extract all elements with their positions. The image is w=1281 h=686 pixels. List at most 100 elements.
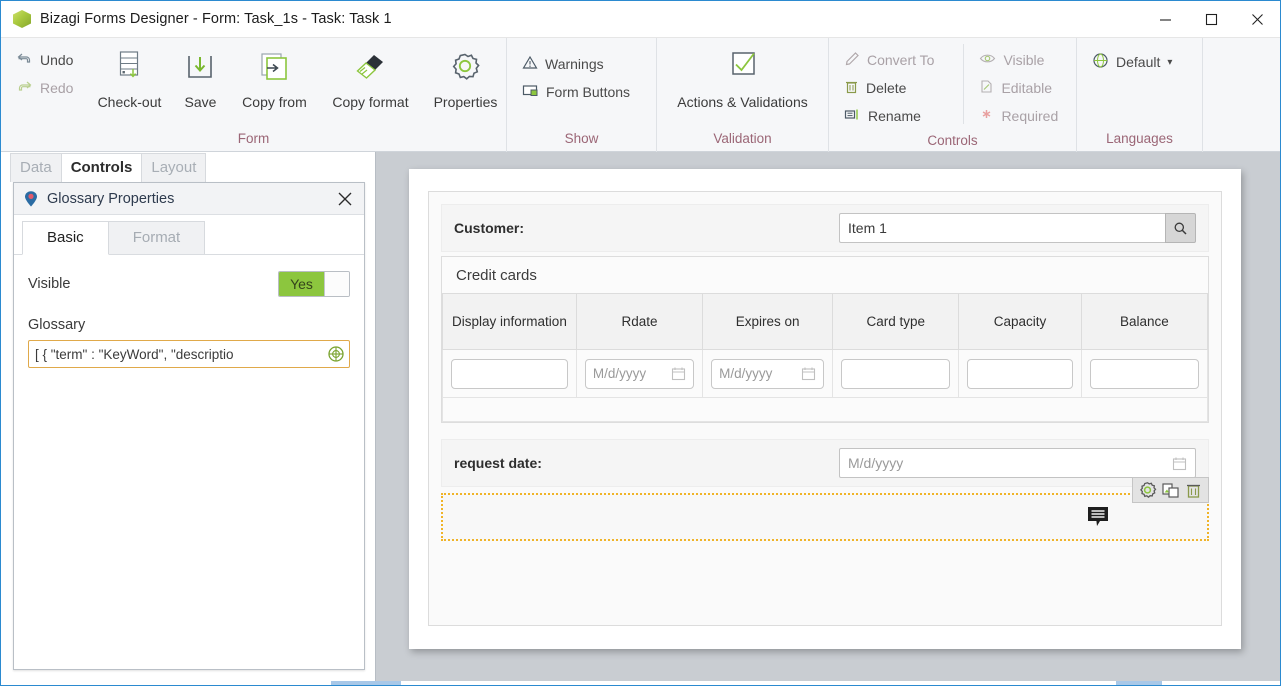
- close-icon[interactable]: [332, 186, 358, 212]
- tab-data[interactable]: Data: [10, 153, 62, 182]
- editable-label: Editable: [1001, 80, 1053, 96]
- request-date-placeholder: M/d/yyyy: [848, 455, 904, 471]
- column-balance[interactable]: Balance: [1080, 293, 1209, 350]
- ribbon-group-label-languages: Languages: [1106, 131, 1173, 146]
- eye-icon: [979, 51, 996, 69]
- cell-input-card-type[interactable]: [841, 358, 951, 389]
- convert-to-icon: [844, 51, 860, 69]
- scrollbar-thumb-right[interactable]: [1116, 681, 1162, 685]
- save-button[interactable]: Save: [172, 44, 228, 110]
- horizontal-scrollbar[interactable]: [1, 681, 1280, 685]
- save-icon: [181, 48, 219, 90]
- request-date-label: request date:: [454, 455, 542, 471]
- visible-toggle[interactable]: Yes: [278, 271, 350, 297]
- language-default-label: Default: [1116, 54, 1161, 70]
- column-rdate[interactable]: Rdate: [575, 293, 704, 350]
- glossary-field-label: Glossary: [28, 317, 86, 333]
- gear-icon[interactable]: [1138, 481, 1157, 500]
- delete-label: Delete: [866, 80, 907, 96]
- form-buttons-button[interactable]: Form Buttons: [515, 78, 637, 106]
- cell-capacity: [958, 349, 1082, 398]
- redo-button[interactable]: Redo: [9, 74, 80, 102]
- column-card-type[interactable]: Card type: [832, 293, 960, 350]
- selected-control[interactable]: [441, 477, 1209, 541]
- ribbon-group-controls: Convert To Delete Rename Visible Editabl…: [828, 38, 1076, 152]
- location-pin-icon: [23, 190, 39, 208]
- table-header-row: Display information Rdate Expires on Car…: [442, 293, 1209, 350]
- bizagi-cube-icon: [13, 10, 31, 28]
- rename-button[interactable]: Rename: [837, 102, 955, 130]
- actions-validations-button[interactable]: Actions & Validations: [663, 44, 823, 110]
- cell-input-display-information[interactable]: [451, 358, 568, 389]
- save-label: Save: [184, 94, 217, 110]
- column-capacity[interactable]: Capacity: [958, 293, 1082, 350]
- properties-tabs: Basic Format: [14, 215, 364, 255]
- tab-layout[interactable]: Layout: [141, 153, 207, 182]
- cell-input-rdate[interactable]: M/d/yyyy: [584, 358, 695, 389]
- column-display-information[interactable]: Display information: [442, 293, 577, 350]
- credit-cards-title: Credit cards: [456, 267, 537, 284]
- visible-field-label: Visible: [28, 276, 71, 292]
- copy-format-label: Copy format: [332, 94, 409, 110]
- ribbon-group-show: Warnings Form Buttons Show: [506, 38, 656, 152]
- warnings-label: Warnings: [545, 56, 604, 72]
- copy-from-button[interactable]: Copy from: [228, 44, 320, 110]
- convert-icon[interactable]: [1161, 481, 1180, 500]
- comment-balloon-icon[interactable]: [1085, 505, 1111, 529]
- globe-editor-icon[interactable]: [327, 345, 345, 363]
- undo-icon: [16, 51, 33, 69]
- minimize-button[interactable]: [1142, 1, 1188, 38]
- maximize-button[interactable]: [1188, 1, 1234, 38]
- title-bar: Bizagi Forms Designer - Form: Task_1s - …: [1, 1, 1280, 38]
- scrollbar-thumb-left[interactable]: [331, 681, 401, 685]
- cell-input-balance[interactable]: [1089, 358, 1199, 389]
- check-out-button[interactable]: Check-out: [86, 44, 172, 110]
- tab-format[interactable]: Format: [107, 221, 206, 254]
- visible-button[interactable]: Visible: [972, 46, 1068, 74]
- window-title: Bizagi Forms Designer - Form: Task_1s - …: [40, 11, 392, 27]
- convert-to-button[interactable]: Convert To: [837, 46, 955, 74]
- credit-cards-footer: [442, 398, 1208, 422]
- undo-redo-stack: Undo Redo: [9, 44, 80, 102]
- warnings-button[interactable]: Warnings: [515, 50, 637, 78]
- cell-input-capacity[interactable]: [967, 358, 1073, 389]
- delete-icon[interactable]: [1184, 481, 1203, 500]
- copy-from-icon: [254, 48, 294, 90]
- column-expires-on[interactable]: Expires on: [702, 293, 834, 350]
- rename-icon: [844, 107, 861, 125]
- undo-button[interactable]: Undo: [9, 46, 80, 74]
- form-inner: Customer: Item 1 Credit cards Display in…: [428, 191, 1222, 626]
- calendar-icon[interactable]: [1172, 456, 1187, 471]
- properties-button[interactable]: Properties: [420, 44, 510, 110]
- request-date-input[interactable]: M/d/yyyy: [839, 448, 1196, 478]
- copy-format-icon: [349, 48, 391, 90]
- ribbon-group-languages: Default ▾ Languages: [1076, 38, 1202, 152]
- ribbon-group-label-validation: Validation: [713, 131, 772, 146]
- copy-format-button[interactable]: Copy format: [320, 44, 420, 110]
- close-button[interactable]: [1234, 1, 1280, 38]
- glossary-input[interactable]: [ { "term" : "KeyWord", "descriptio: [28, 340, 350, 368]
- required-button[interactable]: Required: [972, 102, 1068, 130]
- ribbon-group-form: Undo Redo Check-out Save Copy from Copy …: [1, 38, 506, 152]
- tab-basic[interactable]: Basic: [22, 221, 109, 255]
- language-default-dropdown[interactable]: Default ▾: [1085, 48, 1179, 76]
- window-controls: [1142, 1, 1280, 38]
- customer-row: Customer: Item 1: [441, 204, 1209, 252]
- ribbon-divider-controls: [963, 44, 965, 124]
- tab-controls[interactable]: Controls: [60, 153, 143, 182]
- cell-rdate: M/d/yyyy: [575, 349, 704, 398]
- glossary-input-value: [ { "term" : "KeyWord", "descriptio: [35, 346, 234, 362]
- cell-input-expires-on[interactable]: M/d/yyyy: [711, 358, 825, 389]
- check-out-icon: [112, 48, 146, 90]
- search-icon[interactable]: [1165, 213, 1196, 243]
- calendar-icon[interactable]: [671, 366, 686, 381]
- customer-input[interactable]: Item 1: [839, 213, 1165, 243]
- editable-button[interactable]: Editable: [972, 74, 1068, 102]
- visible-toggle-knob: [324, 272, 349, 296]
- calendar-icon[interactable]: [801, 366, 816, 381]
- delete-button[interactable]: Delete: [837, 74, 955, 102]
- visible-label: Visible: [1003, 52, 1045, 68]
- globe-icon: [1092, 52, 1109, 72]
- customer-lookup: Item 1: [839, 213, 1196, 243]
- left-panel: Data Controls Layout Glossary Properties…: [1, 152, 376, 685]
